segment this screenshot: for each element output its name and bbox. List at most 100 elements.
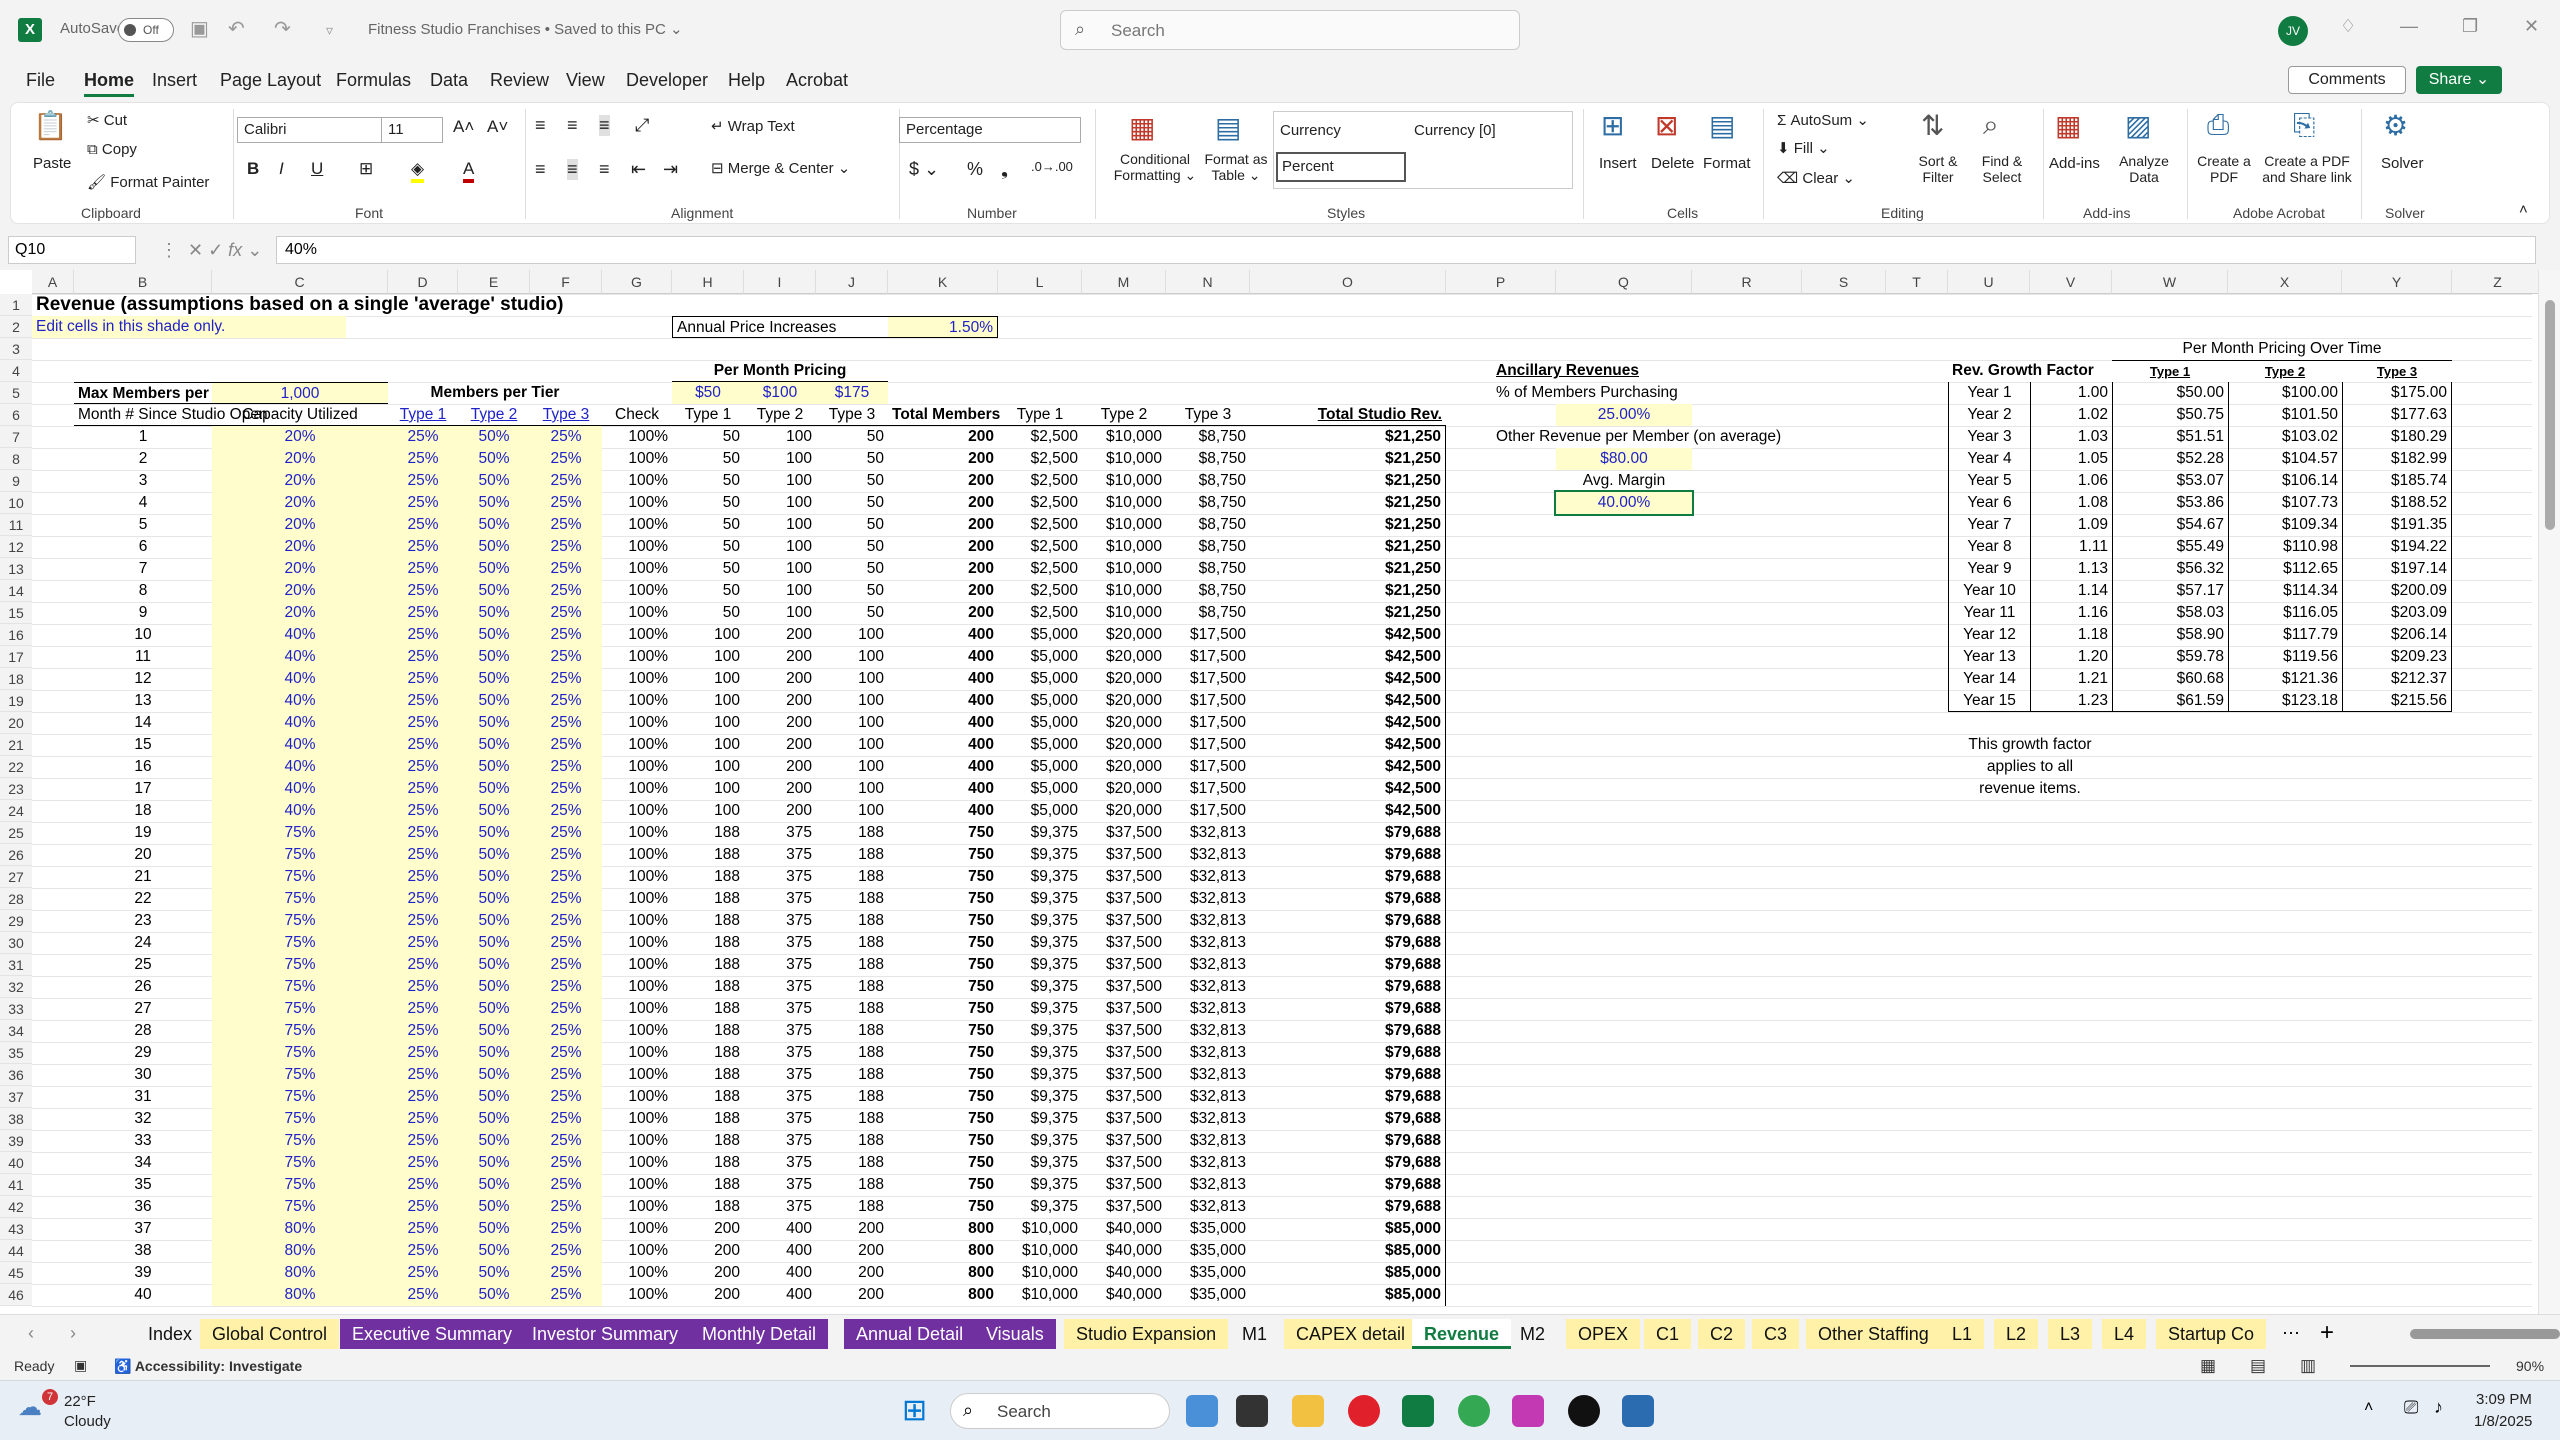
table-cell[interactable]: $8,750 [1166, 426, 1250, 448]
growth-cell[interactable]: Year 4 [1948, 448, 2030, 470]
table-cell[interactable]: 100% [602, 866, 672, 888]
table-cell[interactable]: 25 [74, 954, 212, 976]
table-cell[interactable]: 31 [74, 1086, 212, 1108]
table-cell[interactable]: 100 [816, 734, 888, 756]
table-cell[interactable]: 750 [888, 1086, 998, 1108]
table-cell[interactable]: 25% [530, 910, 602, 932]
table-cell[interactable]: $10,000 [1082, 536, 1166, 558]
table-cell[interactable]: 25% [530, 756, 602, 778]
sheet-tab[interactable]: Annual Detail [844, 1319, 976, 1349]
align-bottom-icon[interactable]: ≡ [599, 115, 610, 136]
comma-icon[interactable]: ❟ [1001, 159, 1008, 180]
table-cell[interactable]: $10,000 [1082, 426, 1166, 448]
notepad-icon[interactable] [1622, 1395, 1654, 1427]
table-cell[interactable]: 50% [458, 844, 530, 866]
table-cell[interactable]: $32,813 [1166, 998, 1250, 1020]
row-header[interactable]: 21 [0, 734, 32, 756]
sheet-tab[interactable]: L2 [1994, 1319, 2039, 1349]
table-cell[interactable]: $42,500 [1250, 800, 1446, 822]
table-cell[interactable]: 25% [388, 426, 458, 448]
table-cell[interactable]: $35,000 [1166, 1262, 1250, 1284]
table-cell[interactable]: $32,813 [1166, 1174, 1250, 1196]
table-cell[interactable]: $32,813 [1166, 910, 1250, 932]
growth-type-header[interactable]: Type 1 [2112, 360, 2228, 382]
table-cell[interactable]: 24 [74, 932, 212, 954]
table-cell[interactable]: 375 [744, 1108, 816, 1130]
table-cell[interactable]: 75% [212, 1152, 388, 1174]
table-cell[interactable]: $42,500 [1250, 778, 1446, 800]
table-cell[interactable]: 25% [388, 514, 458, 536]
table-cell[interactable]: 50% [458, 822, 530, 844]
conditional-formatting-button[interactable]: Conditional Formatting ⌄ [1105, 151, 1205, 184]
table-cell[interactable]: 25% [388, 558, 458, 580]
growth-note[interactable]: This growth factor [1948, 734, 2112, 756]
row-header[interactable]: 25 [0, 822, 32, 844]
table-cell[interactable]: 50% [458, 602, 530, 624]
conditional-formatting-icon[interactable]: ▦ [1129, 111, 1155, 144]
table-cell[interactable]: $79,688 [1250, 844, 1446, 866]
table-cell[interactable]: $20,000 [1082, 646, 1166, 668]
row-header[interactable]: 16 [0, 624, 32, 646]
table-cell[interactable]: 25% [388, 492, 458, 514]
table-cell[interactable]: 188 [816, 1042, 888, 1064]
table-cell[interactable]: 200 [888, 580, 998, 602]
table-cell[interactable]: 50% [458, 514, 530, 536]
addins-button[interactable]: Add-ins [2049, 155, 2100, 172]
copilot-icon[interactable] [1186, 1395, 1218, 1427]
sheet-tab[interactable]: Index [136, 1319, 204, 1349]
table-cell[interactable]: $85,000 [1250, 1262, 1446, 1284]
table-cell[interactable]: 100% [602, 1108, 672, 1130]
column-label[interactable]: Type 1 [998, 404, 1082, 426]
table-cell[interactable]: $79,688 [1250, 866, 1446, 888]
share-button[interactable]: Share ⌄ [2416, 66, 2502, 94]
document-title[interactable]: Fitness Studio Franchises • Saved to thi… [368, 20, 683, 38]
column-header-t[interactable]: T [1886, 270, 1948, 294]
row-header[interactable]: 24 [0, 800, 32, 822]
table-cell[interactable]: 75% [212, 976, 388, 998]
growth-cell[interactable]: $116.05 [2228, 602, 2342, 624]
row-header[interactable]: 9 [0, 470, 32, 492]
addins-icon[interactable]: ▦ [2055, 109, 2081, 142]
table-cell[interactable]: 50% [458, 492, 530, 514]
table-cell[interactable]: 40% [212, 646, 388, 668]
table-cell[interactable]: $8,750 [1166, 492, 1250, 514]
table-cell[interactable]: 4 [74, 492, 212, 514]
table-cell[interactable]: $17,500 [1166, 668, 1250, 690]
table-cell[interactable]: 25% [388, 712, 458, 734]
column-header-i[interactable]: I [744, 270, 816, 294]
next-sheet-icon[interactable]: › [70, 1323, 76, 1344]
table-cell[interactable]: 25% [388, 844, 458, 866]
growth-cell[interactable]: 1.05 [2030, 448, 2112, 470]
growth-factor-header[interactable]: Rev. Growth Factor [1948, 360, 2112, 382]
table-cell[interactable]: $8,750 [1166, 580, 1250, 602]
table-cell[interactable]: 750 [888, 844, 998, 866]
table-cell[interactable]: 25% [530, 1196, 602, 1218]
table-cell[interactable]: 100% [602, 1196, 672, 1218]
table-cell[interactable]: $20,000 [1082, 624, 1166, 646]
column-label[interactable]: Check [602, 404, 672, 426]
members-per-tier-header[interactable]: Members per Tier [388, 382, 602, 404]
annual-price-value[interactable]: 1.50% [888, 316, 998, 338]
tray-chevron-icon[interactable]: ˄ [2364, 1399, 2373, 1417]
table-cell[interactable]: 20% [212, 558, 388, 580]
table-cell[interactable]: 188 [672, 866, 744, 888]
table-cell[interactable]: 25% [530, 602, 602, 624]
table-cell[interactable]: 25% [388, 536, 458, 558]
table-cell[interactable]: 25% [530, 954, 602, 976]
table-cell[interactable]: 188 [672, 1020, 744, 1042]
table-cell[interactable]: 50 [816, 470, 888, 492]
table-cell[interactable]: $85,000 [1250, 1284, 1446, 1306]
table-cell[interactable]: 100% [602, 1064, 672, 1086]
table-cell[interactable]: 50% [458, 624, 530, 646]
table-cell[interactable]: 375 [744, 976, 816, 998]
table-cell[interactable]: 100 [672, 668, 744, 690]
table-cell[interactable]: $21,250 [1250, 602, 1446, 624]
table-cell[interactable]: 50 [672, 602, 744, 624]
table-cell[interactable]: 100% [602, 1262, 672, 1284]
table-cell[interactable]: 100% [602, 734, 672, 756]
table-cell[interactable]: $9,375 [998, 976, 1082, 998]
table-cell[interactable]: 40% [212, 800, 388, 822]
column-header-f[interactable]: F [530, 270, 602, 294]
column-label[interactable]: Total Studio Rev. [1250, 404, 1446, 426]
table-cell[interactable]: 7 [74, 558, 212, 580]
